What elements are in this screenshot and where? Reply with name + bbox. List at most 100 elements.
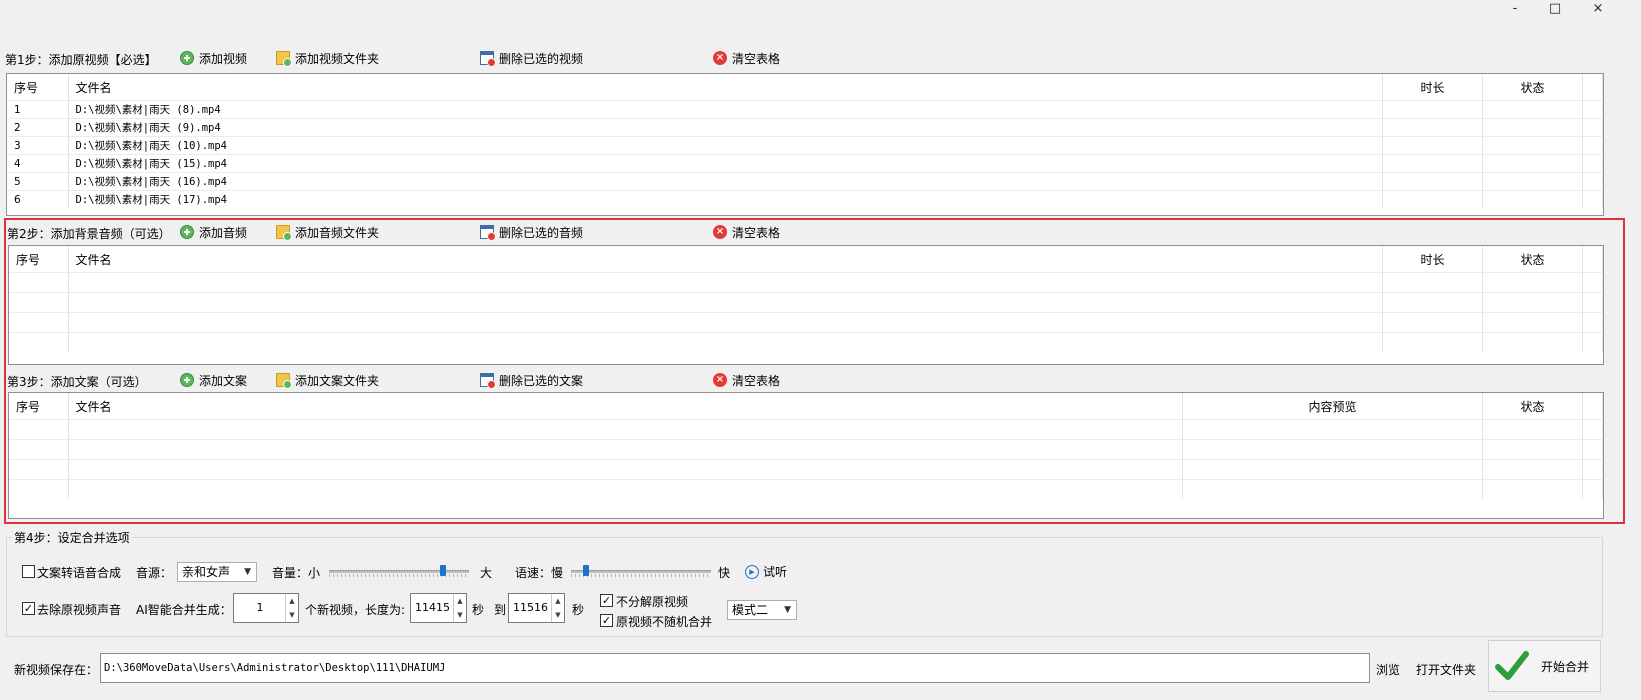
no-random-label: 原视频不随机合并 bbox=[616, 615, 713, 629]
speed-label: 语速：慢 bbox=[515, 566, 564, 580]
start-merge-label: 开始合并 bbox=[1541, 660, 1590, 674]
column-duration[interactable]: 时长 bbox=[1382, 74, 1483, 101]
add-text-button[interactable]: 添加文案 bbox=[176, 369, 251, 391]
empty-row bbox=[9, 272, 1603, 293]
column-index[interactable]: 序号 bbox=[7, 74, 69, 101]
checkmark-icon bbox=[1495, 651, 1529, 680]
spinner-arrows-icon[interactable]: ▲ ▼ bbox=[453, 594, 466, 622]
open-folder-button[interactable]: 打开文件夹 bbox=[1416, 661, 1476, 678]
listen-button[interactable]: ▶ 试听 bbox=[745, 563, 787, 580]
voice-value: 亲和女声 bbox=[182, 565, 231, 579]
volume-label: 音量：小 bbox=[272, 566, 321, 580]
no-split-label: 不分解原视频 bbox=[616, 595, 689, 609]
column-spacer bbox=[1582, 246, 1603, 273]
clear-icon: × bbox=[713, 225, 727, 239]
column-filename[interactable]: 文件名 bbox=[68, 74, 1383, 101]
to-label: 到 bbox=[494, 603, 507, 617]
table-row[interactable]: 4 D:\视频\素材|雨天 (15).mp4 bbox=[7, 154, 1603, 173]
remove-audio-checkbox[interactable]: ✓ bbox=[22, 602, 35, 615]
no-split-checkbox[interactable]: ✓ bbox=[600, 594, 613, 607]
chevron-down-icon: ▼ bbox=[244, 567, 251, 577]
start-merge-button[interactable]: 开始合并 bbox=[1488, 640, 1601, 692]
add-icon bbox=[180, 373, 194, 387]
table-row[interactable]: 2 D:\视频\素材|雨天 (9).mp4 bbox=[7, 118, 1603, 137]
clear-table-button[interactable]: × 清空表格 bbox=[709, 47, 784, 69]
length-min-spinner[interactable]: 11415 ▲ ▼ bbox=[410, 593, 467, 623]
table-row[interactable]: 3 D:\视频\素材|雨天 (10).mp4 bbox=[7, 136, 1603, 155]
delete-selected-audio-button[interactable]: 删除已选的音频 bbox=[476, 221, 587, 243]
tts-label: 文案转语音合成 bbox=[37, 566, 122, 580]
column-duration[interactable]: 时长 bbox=[1382, 246, 1483, 273]
table-row[interactable]: 5 D:\视频\素材|雨天 (16).mp4 bbox=[7, 172, 1603, 191]
column-spacer bbox=[1582, 393, 1603, 420]
empty-row bbox=[9, 312, 1603, 333]
length-max-value: 11516 bbox=[513, 601, 548, 614]
column-status[interactable]: 状态 bbox=[1482, 246, 1583, 273]
table-header: 序号 文件名 时长 状态 bbox=[9, 246, 1603, 273]
text-table[interactable]: 序号 文件名 内容预览 状态 bbox=[8, 392, 1604, 519]
slider-thumb[interactable] bbox=[583, 565, 589, 576]
delete-icon bbox=[480, 373, 496, 389]
save-path-label: 新视频保存在： bbox=[14, 663, 99, 677]
add-video-button[interactable]: 添加视频 bbox=[176, 47, 251, 69]
voice-label: 音源： bbox=[136, 566, 173, 580]
add-icon bbox=[180, 51, 194, 65]
empty-row bbox=[9, 332, 1603, 352]
step4-title: 第4步：设定合并选项 bbox=[12, 529, 132, 546]
column-status[interactable]: 状态 bbox=[1482, 393, 1583, 420]
seconds-label: 秒 bbox=[472, 603, 485, 617]
clear-table-button[interactable]: × 清空表格 bbox=[709, 221, 784, 243]
browse-button[interactable]: 浏览 bbox=[1376, 661, 1400, 678]
add-video-folder-button[interactable]: 添加视频文件夹 bbox=[272, 47, 383, 69]
play-icon: ▶ bbox=[745, 564, 759, 579]
voice-select[interactable]: 亲和女声 ▼ bbox=[177, 562, 257, 582]
no-random-checkbox[interactable]: ✓ bbox=[600, 614, 613, 627]
table-row[interactable]: 1 D:\视频\素材|雨天 (8).mp4 bbox=[7, 100, 1603, 119]
step1-title: 第1步：添加原视频【必选】 bbox=[5, 53, 157, 67]
speed-slider[interactable] bbox=[571, 565, 711, 577]
empty-row bbox=[9, 459, 1603, 480]
column-preview[interactable]: 内容预览 bbox=[1182, 393, 1483, 420]
audio-table[interactable]: 序号 文件名 时长 状态 bbox=[8, 245, 1604, 365]
column-index[interactable]: 序号 bbox=[9, 246, 69, 273]
maximize-button[interactable]: □ bbox=[1535, 0, 1575, 20]
spinner-arrows-icon[interactable]: ▲ ▼ bbox=[551, 594, 564, 622]
delete-selected-video-button[interactable]: 删除已选的视频 bbox=[476, 47, 587, 69]
save-path-input[interactable]: D:\360MoveData\Users\Administrator\Deskt… bbox=[100, 653, 1370, 683]
add-folder-icon bbox=[276, 373, 292, 389]
length-min-value: 11415 bbox=[415, 601, 450, 614]
tts-checkbox[interactable] bbox=[22, 565, 35, 578]
minimize-button[interactable]: - bbox=[1495, 0, 1535, 20]
close-button[interactable]: × bbox=[1578, 0, 1618, 20]
delete-icon bbox=[480, 225, 496, 241]
mode-select[interactable]: 模式二 ▼ bbox=[727, 600, 797, 620]
spinner-arrows-icon[interactable]: ▲ ▼ bbox=[285, 594, 298, 622]
volume-slider[interactable] bbox=[329, 565, 469, 577]
add-audio-folder-button[interactable]: 添加音频文件夹 bbox=[272, 221, 383, 243]
add-folder-icon bbox=[276, 225, 292, 241]
column-status[interactable]: 状态 bbox=[1482, 74, 1583, 101]
seconds-label: 秒 bbox=[572, 603, 585, 617]
empty-row bbox=[9, 292, 1603, 313]
video-table[interactable]: 序号 文件名 时长 状态 1 D:\视频\素材|雨天 (8).mp4 2 D:\视频… bbox=[6, 73, 1604, 216]
mode-value: 模式二 bbox=[732, 603, 769, 617]
empty-row bbox=[9, 479, 1603, 499]
column-index[interactable]: 序号 bbox=[9, 393, 69, 420]
table-header: 序号 文件名 内容预览 状态 bbox=[9, 393, 1603, 420]
delete-selected-text-button[interactable]: 删除已选的文案 bbox=[476, 369, 587, 391]
step2-title: 第2步：添加背景音频（可选） bbox=[7, 227, 171, 241]
volume-max-label: 大 bbox=[480, 566, 493, 580]
count-suffix-label: 个新视频，长度为: bbox=[305, 603, 406, 617]
column-filename[interactable]: 文件名 bbox=[68, 393, 1183, 420]
speed-max-label: 快 bbox=[718, 566, 731, 580]
slider-thumb[interactable] bbox=[440, 565, 446, 576]
clear-table-button[interactable]: × 清空表格 bbox=[709, 369, 784, 391]
ai-merge-label: AI智能合并生成： bbox=[136, 603, 232, 617]
column-filename[interactable]: 文件名 bbox=[68, 246, 1383, 273]
add-audio-button[interactable]: 添加音频 bbox=[176, 221, 251, 243]
count-spinner[interactable]: 1 ▲ ▼ bbox=[233, 593, 299, 623]
table-row[interactable]: 6 D:\视频\素材|雨天 (17).mp4 bbox=[7, 190, 1603, 208]
clear-icon: × bbox=[713, 51, 727, 65]
length-max-spinner[interactable]: 11516 ▲ ▼ bbox=[508, 593, 565, 623]
add-text-folder-button[interactable]: 添加文案文件夹 bbox=[272, 369, 383, 391]
